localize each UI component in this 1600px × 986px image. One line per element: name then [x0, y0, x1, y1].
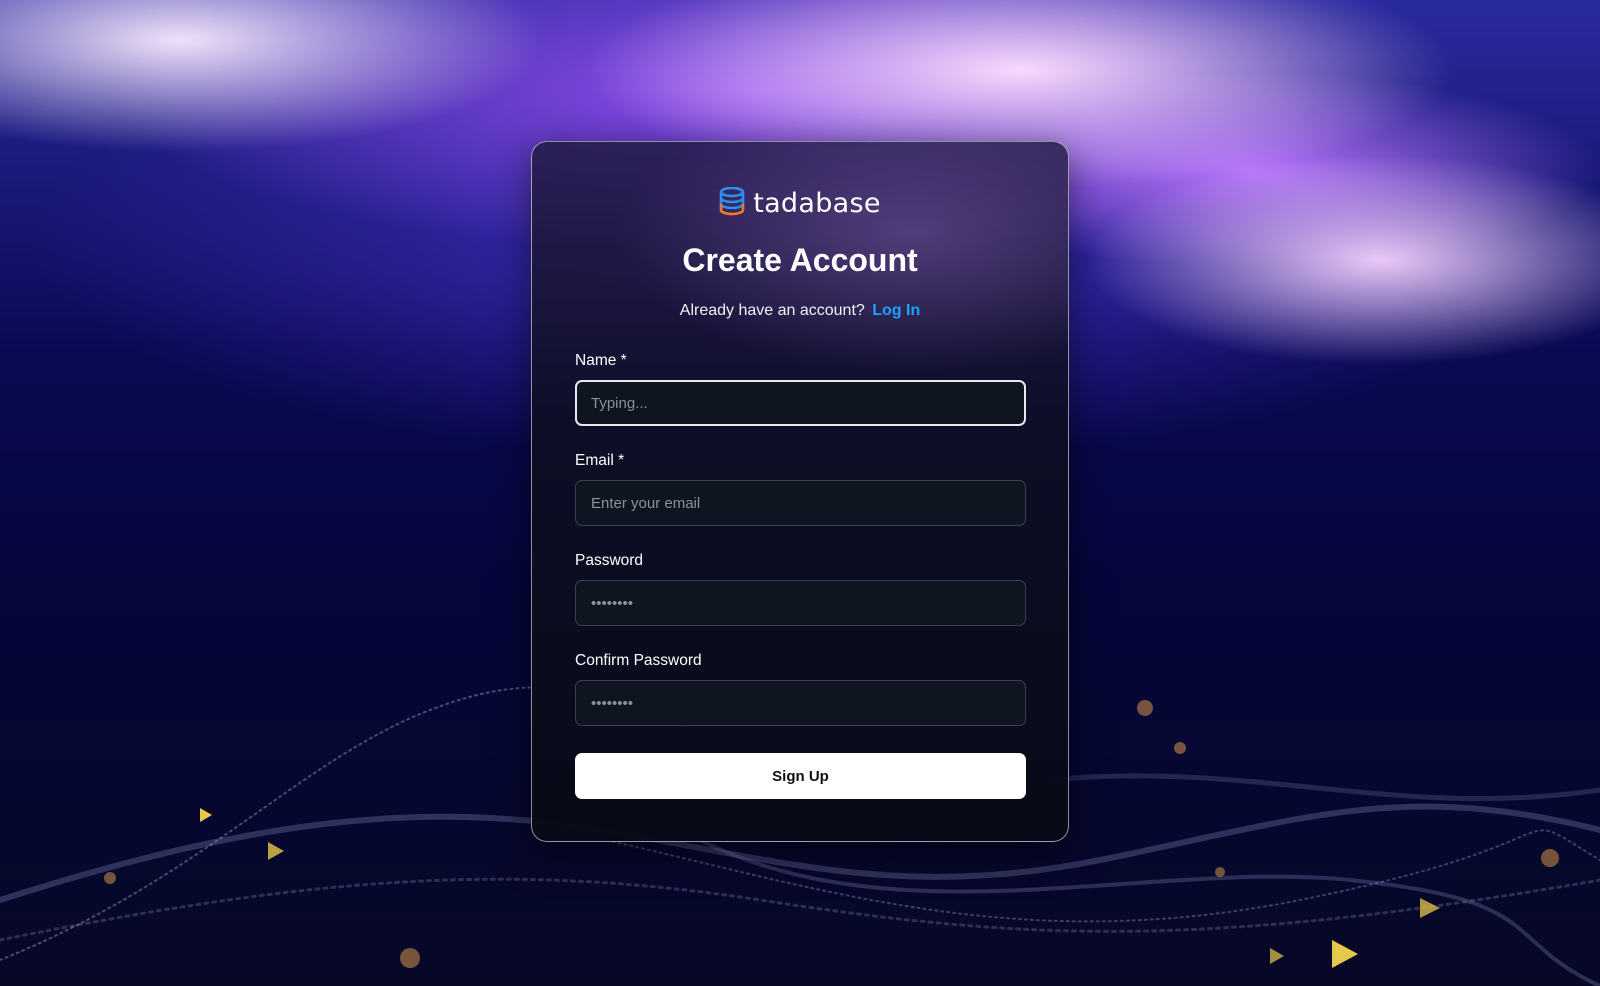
confirm-password-label: Confirm Password: [575, 652, 702, 669]
signup-card: tadabase Create Account Already have an …: [531, 141, 1069, 842]
confirm-password-input[interactable]: [575, 680, 1026, 726]
password-label: Password: [575, 552, 644, 569]
brand-name: tadabase: [753, 187, 881, 219]
brand-logo: tadabase: [532, 185, 1068, 221]
email-label: Email *: [575, 452, 625, 469]
login-prompt: Already have an account? Log In: [532, 302, 1068, 320]
database-stack-icon: [719, 187, 745, 216]
page-title: Create Account: [682, 242, 918, 278]
login-prompt-text: Already have an account?: [679, 302, 865, 319]
email-input[interactable]: [575, 480, 1026, 526]
login-link[interactable]: Log In: [872, 302, 920, 319]
sign-up-button[interactable]: Sign Up: [575, 753, 1026, 799]
name-input[interactable]: [575, 380, 1026, 426]
password-input[interactable]: [575, 580, 1026, 626]
name-label: Name *: [575, 352, 627, 369]
